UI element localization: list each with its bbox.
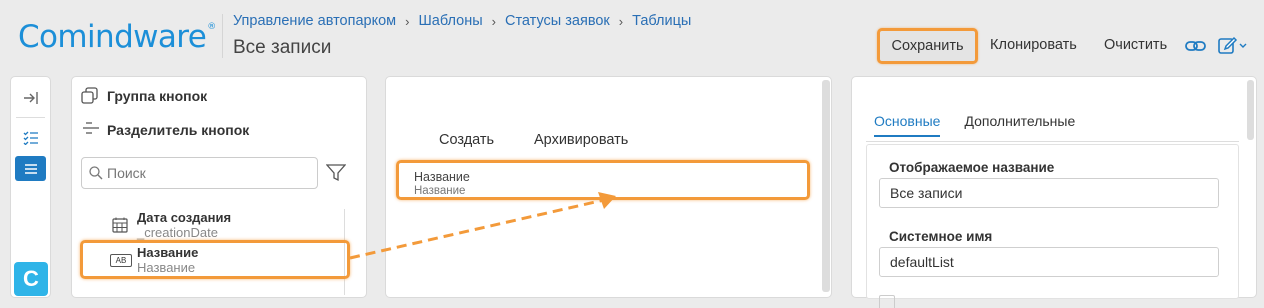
tab-additional[interactable]: Дополнительные xyxy=(964,113,1075,137)
properties-panel: Основные Дополнительные Отображаемое наз… xyxy=(851,76,1257,308)
system-name-field[interactable]: defaultList xyxy=(879,247,1219,277)
properties-tabs: Основные Дополнительные xyxy=(874,113,1099,137)
tabs-divider xyxy=(866,141,1239,142)
properties-form: Отображаемое название Все записи Системн… xyxy=(866,144,1239,308)
tab-main[interactable]: Основные xyxy=(874,113,941,137)
checkbox[interactable] xyxy=(879,295,895,308)
scrollbar[interactable] xyxy=(1247,80,1254,140)
display-name-field[interactable]: Все записи xyxy=(879,178,1219,208)
display-name-label: Отображаемое название xyxy=(889,160,1055,175)
system-name-label: Системное имя xyxy=(889,229,993,244)
